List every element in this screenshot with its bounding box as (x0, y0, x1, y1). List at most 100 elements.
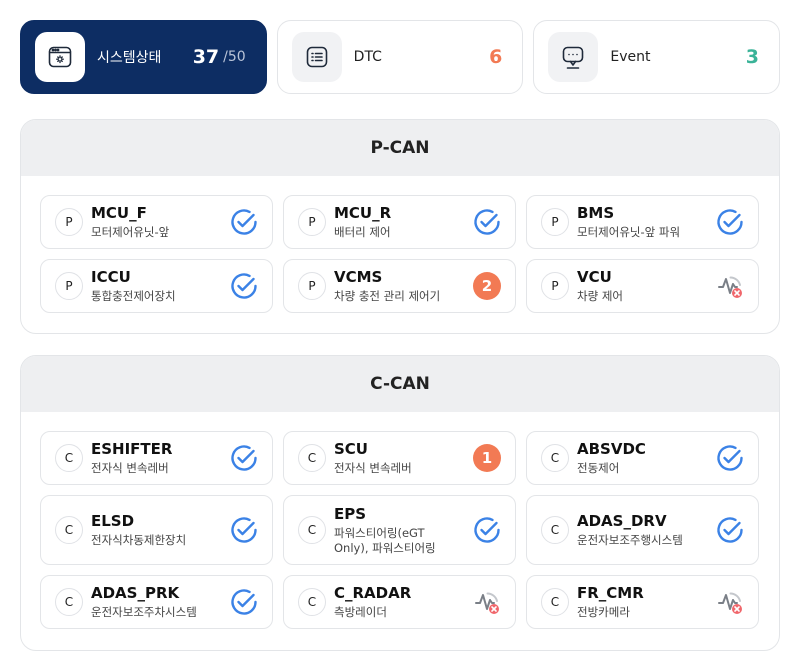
ecu-grid: C ESHIFTER 전자식 변속레버 C SCU 전자식 변속레버 1 C ABSVDC 전동제… (21, 412, 779, 648)
ecu-name: BMS (577, 204, 615, 222)
check-circle-icon (714, 514, 746, 546)
ecu-text: ELSD 전자식차동제한장치 (91, 512, 228, 548)
summary-event[interactable]: Event 3 (533, 20, 781, 94)
ecu-name: EPS (334, 504, 367, 523)
ecu-description: 전자식 변속레버 (334, 461, 412, 475)
bus-badge: P (298, 272, 326, 300)
ecu-card-absvdc[interactable]: C ABSVDC 전동제어 (526, 431, 759, 485)
ecu-name: C_RADAR (334, 584, 412, 602)
check-circle-icon (471, 206, 503, 238)
ecu-card-adas-drv[interactable]: C ADAS_DRV 운전자보조주행시스템 (526, 495, 759, 565)
ecu-description: 통합충전제어장치 (91, 289, 176, 303)
ecu-card-vcms[interactable]: P VCMS 차량 충전 관리 제어기 2 (283, 259, 516, 313)
summary-total: /50 (223, 49, 246, 65)
ecu-card-c-radar[interactable]: C C_RADAR 측방레이더 (283, 575, 516, 629)
check-circle-icon (714, 442, 746, 474)
ecu-name: ADAS_DRV (577, 512, 667, 530)
signal-error-icon (714, 586, 746, 618)
ecu-description: 운전자보조주차시스템 (91, 605, 197, 619)
ecu-text: VCU 차량 제어 (577, 268, 714, 304)
ecu-name: ESHIFTER (91, 440, 173, 458)
ecu-text: ICCU 통합충전제어장치 (91, 268, 228, 304)
bus-badge: C (55, 516, 83, 544)
ecu-description: 모터제어유닛-앞 (91, 225, 170, 239)
summary-value: 37 (192, 46, 220, 68)
dtc-list-icon (291, 32, 342, 82)
ecu-text: C_RADAR 측방레이더 (334, 584, 471, 620)
group-p-can: P-CAN P MCU_F 모터제어유닛-앞 P MCU_R 배터리 제어 P BMS 모터제어… (20, 119, 780, 334)
ecu-text: ADAS_DRV 운전자보조주행시스템 (577, 512, 714, 548)
signal-error-icon (714, 270, 746, 302)
ecu-name: ABSVDC (577, 440, 646, 458)
ecu-description: 전자식 변속레버 (91, 461, 169, 475)
ecu-card-scu[interactable]: C SCU 전자식 변속레버 1 (283, 431, 516, 485)
ecu-name: ICCU (91, 268, 131, 286)
summary-dtc[interactable]: DTC 6 (276, 20, 524, 94)
ecu-description: 측방레이더 (334, 605, 387, 619)
ecu-name: ELSD (91, 512, 135, 530)
event-count-badge: 2 (471, 270, 503, 302)
summary-label: DTC (353, 49, 382, 65)
bus-badge: P (55, 208, 83, 236)
summary-system-status[interactable]: 시스템상태 37 /50 (20, 20, 267, 94)
ecu-name: VCU (577, 268, 612, 286)
signal-error-icon (471, 586, 503, 618)
ecu-description: 차량 충전 관리 제어기 (334, 289, 441, 303)
event-count-badge: 1 (471, 442, 503, 474)
bus-badge: P (541, 272, 569, 300)
system-window-icon (35, 32, 85, 82)
ecu-card-mcu-r[interactable]: P MCU_R 배터리 제어 (283, 195, 516, 249)
check-circle-icon (714, 206, 746, 238)
ecu-text: ABSVDC 전동제어 (577, 440, 714, 476)
ecu-card-adas-prk[interactable]: C ADAS_PRK 운전자보조주차시스템 (40, 575, 273, 629)
ecu-description: 배터리 제어 (334, 225, 391, 239)
summary-bar: 시스템상태 37 /50 DTC 6 Event 3 (20, 20, 781, 94)
ecu-description: 모터제어유닛-앞 파워 (577, 225, 681, 239)
ecu-text: MCU_F 모터제어유닛-앞 (91, 204, 228, 240)
ecu-text: ESHIFTER 전자식 변속레버 (91, 440, 228, 476)
bus-badge: P (298, 208, 326, 236)
bus-badge: C (541, 588, 569, 616)
check-circle-icon (228, 586, 260, 618)
ecu-text: ADAS_PRK 운전자보조주차시스템 (91, 584, 228, 620)
bus-badge: C (298, 588, 326, 616)
check-circle-icon (471, 514, 503, 546)
ecu-card-mcu-f[interactable]: P MCU_F 모터제어유닛-앞 (40, 195, 273, 249)
ecu-description: 파워스티어링(eGT Only), 파워스티어링 (334, 525, 436, 555)
group-c-can: C-CAN C ESHIFTER 전자식 변속레버 C SCU 전자식 변속레버 1 C ABS… (20, 355, 780, 651)
check-circle-icon (228, 442, 260, 474)
bus-badge: C (298, 444, 326, 472)
ecu-card-elsd[interactable]: C ELSD 전자식차동제한장치 (40, 495, 273, 565)
ecu-card-bms[interactable]: P BMS 모터제어유닛-앞 파워 (526, 195, 759, 249)
ecu-text: MCU_R 배터리 제어 (334, 204, 471, 240)
event-count: 2 (473, 272, 501, 300)
ecu-description: 전방카메라 (577, 605, 630, 619)
ecu-name: MCU_F (91, 204, 147, 222)
ecu-text: BMS 모터제어유닛-앞 파워 (577, 204, 714, 240)
ecu-card-eshifter[interactable]: C ESHIFTER 전자식 변속레버 (40, 431, 273, 485)
summary-value: 3 (745, 46, 760, 68)
ecu-name: MCU_R (334, 204, 392, 222)
bus-badge: C (55, 588, 83, 616)
bus-badge: C (298, 516, 326, 544)
check-circle-icon (228, 206, 260, 238)
group-title: P-CAN (21, 120, 779, 176)
ecu-text: EPS 파워스티어링(eGT Only), 파워스티어링 (334, 505, 471, 556)
bus-badge: P (55, 272, 83, 300)
ecu-card-iccu[interactable]: P ICCU 통합충전제어장치 (40, 259, 273, 313)
check-circle-icon (228, 514, 260, 546)
ecu-card-vcu[interactable]: P VCU 차량 제어 (526, 259, 759, 313)
ecu-description: 차량 제어 (577, 289, 623, 303)
ecu-text: VCMS 차량 충전 관리 제어기 (334, 268, 471, 304)
summary-label: Event (610, 49, 651, 65)
check-circle-icon (228, 270, 260, 302)
ecu-name: VCMS (334, 268, 383, 286)
summary-value: 6 (489, 46, 503, 68)
ecu-card-fr-cmr[interactable]: C FR_CMR 전방카메라 (526, 575, 759, 629)
ecu-text: SCU 전자식 변속레버 (334, 440, 471, 476)
bus-badge: C (541, 444, 569, 472)
bus-badge: C (541, 516, 569, 544)
ecu-description: 전동제어 (577, 461, 620, 475)
ecu-description: 운전자보조주행시스템 (577, 533, 683, 547)
ecu-card-eps[interactable]: C EPS 파워스티어링(eGT Only), 파워스티어링 (283, 495, 516, 565)
